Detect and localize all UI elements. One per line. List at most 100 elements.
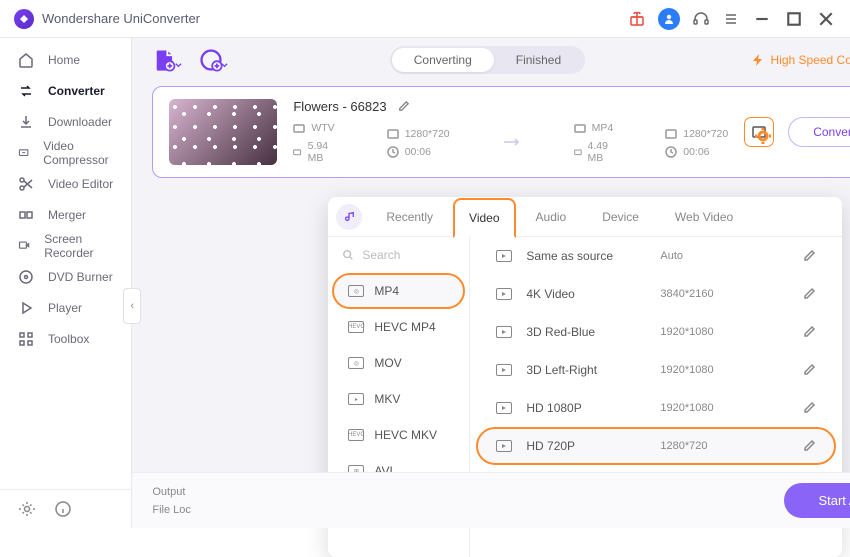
fileloc-label: File Loc [152,504,191,516]
play-icon [18,300,34,316]
sidebar-item-label: Converter [48,84,105,98]
preset-resolution: 3840*2160 [660,288,788,300]
edit-name-icon[interactable] [397,100,410,113]
seg-finished[interactable]: Finished [494,48,583,72]
output-settings-button[interactable] [744,117,774,147]
video-icon [496,402,512,414]
src-fmt: WTV [311,122,334,134]
sidebar-collapse-handle[interactable]: ‹ [123,288,141,324]
arrow-icon [502,136,522,151]
src-size: 5.94 MB [308,140,335,164]
sidebar-item-label: Video Editor [48,177,113,191]
output-label: Output [152,486,191,498]
preset-name: 4K Video [526,287,646,301]
sidebar-item-merger[interactable]: Merger [0,199,131,230]
sidebar-item-label: Video Compressor [43,139,113,167]
preset-item[interactable]: Same as sourceAuto [476,237,836,275]
target-icon: ◎ [348,285,364,297]
high-speed-toggle[interactable]: High Speed Conversion [751,53,850,67]
convert-button[interactable]: Convert [788,117,850,147]
maximize-button[interactable] [784,9,804,29]
close-button[interactable] [816,9,836,29]
preset-item[interactable]: 3D Left-Right1920*1080 [476,351,836,389]
toolbox-icon [18,331,34,347]
sidebar-item-compressor[interactable]: Video Compressor [0,137,131,168]
sidebar-item-label: Downloader [48,115,112,129]
format-icon: HEVC [348,321,364,333]
edit-preset-icon[interactable] [802,439,816,453]
sidebar-item-editor[interactable]: Video Editor [0,168,131,199]
video-icon [496,250,512,262]
add-folder-button[interactable] [198,47,224,73]
segment-control: Converting Finished [390,46,585,74]
target-icon: ◎ [348,357,364,369]
sidebar-item-label: DVD Burner [48,270,113,284]
sidebar-item-label: Toolbox [48,332,89,346]
seg-converting[interactable]: Converting [392,48,494,72]
format-item-hevcmp4[interactable]: HEVC HEVC MP4 [332,309,465,345]
preset-name: 3D Red-Blue [526,325,646,339]
tab-recently[interactable]: Recently [370,197,449,237]
tab-web[interactable]: Web Video [659,197,749,237]
sidebar-item-dvd[interactable]: DVD Burner [0,261,131,292]
edit-preset-icon[interactable] [802,325,816,339]
add-file-button[interactable] [152,47,178,73]
fmt-label: HEVC MP4 [374,320,435,334]
music-tab-icon[interactable] [336,204,362,230]
folder-icon [574,146,582,158]
recorder-icon [18,238,30,254]
user-avatar[interactable] [658,8,680,30]
fmt-label: HEVC MKV [374,428,437,442]
tab-audio[interactable]: Audio [520,197,583,237]
preset-name: HD 720P [526,439,646,453]
dst-dur: 00:06 [683,146,709,158]
video-icon [496,440,512,452]
format-search[interactable]: Search [328,237,469,273]
sidebar-item-player[interactable]: Player [0,292,131,323]
edit-preset-icon[interactable] [802,363,816,377]
video-icon [496,288,512,300]
sidebar-item-converter[interactable]: Converter [0,75,131,106]
format-item-mkv[interactable]: ▸MKV [332,381,465,417]
preset-item[interactable]: 4K Video 3840*2160 [476,275,836,313]
menu-icon[interactable] [722,10,740,28]
format-icon: ▸ [348,393,364,405]
headset-icon[interactable] [692,10,710,28]
preset-name: 3D Left-Right [526,363,646,377]
sidebar-item-recorder[interactable]: Screen Recorder [0,230,131,261]
sidebar-item-home[interactable]: Home [0,44,131,75]
sidebar-item-toolbox[interactable]: Toolbox [0,323,131,354]
gift-icon[interactable] [628,10,646,28]
search-icon [342,249,354,261]
dst-fmt: MP4 [592,122,614,134]
preset-resolution: 1920*1080 [660,402,788,414]
fmt-label: MP4 [374,284,399,298]
preset-item[interactable]: HD 720P 1280*720 [476,427,836,465]
settings-icon[interactable] [18,500,36,518]
sidebar-item-downloader[interactable]: Downloader [0,106,131,137]
start-all-button[interactable]: Start All [784,483,850,518]
src-res: 1280*720 [405,128,450,140]
video-thumbnail[interactable] [169,99,277,165]
edit-preset-icon[interactable] [802,249,816,263]
preset-item[interactable]: HD 1080P1920*1080 [476,389,836,427]
sidebar-item-label: Merger [48,208,86,222]
video-icon [496,326,512,338]
preset-item[interactable]: 3D Red-Blue1920*1080 [476,313,836,351]
app-title: Wondershare UniConverter [42,11,200,26]
format-item-mp4[interactable]: ◎ MP4 [332,273,465,309]
preset-resolution: Auto [660,250,788,262]
format-item-mov[interactable]: ◎MOV [332,345,465,381]
tab-video[interactable]: Video [453,198,515,238]
preset-resolution: 1280*720 [660,440,788,452]
resolution-icon [665,128,677,140]
minimize-button[interactable] [752,9,772,29]
info-icon[interactable] [54,500,72,518]
format-item-hevcmkv[interactable]: HEVCHEVC MKV [332,417,465,453]
footer: Output File Loc Start All [132,472,850,528]
tab-device[interactable]: Device [586,197,655,237]
folder-icon [293,146,301,158]
edit-preset-icon[interactable] [802,401,816,415]
src-dur: 00:06 [405,146,431,158]
edit-preset-icon[interactable] [802,287,816,301]
